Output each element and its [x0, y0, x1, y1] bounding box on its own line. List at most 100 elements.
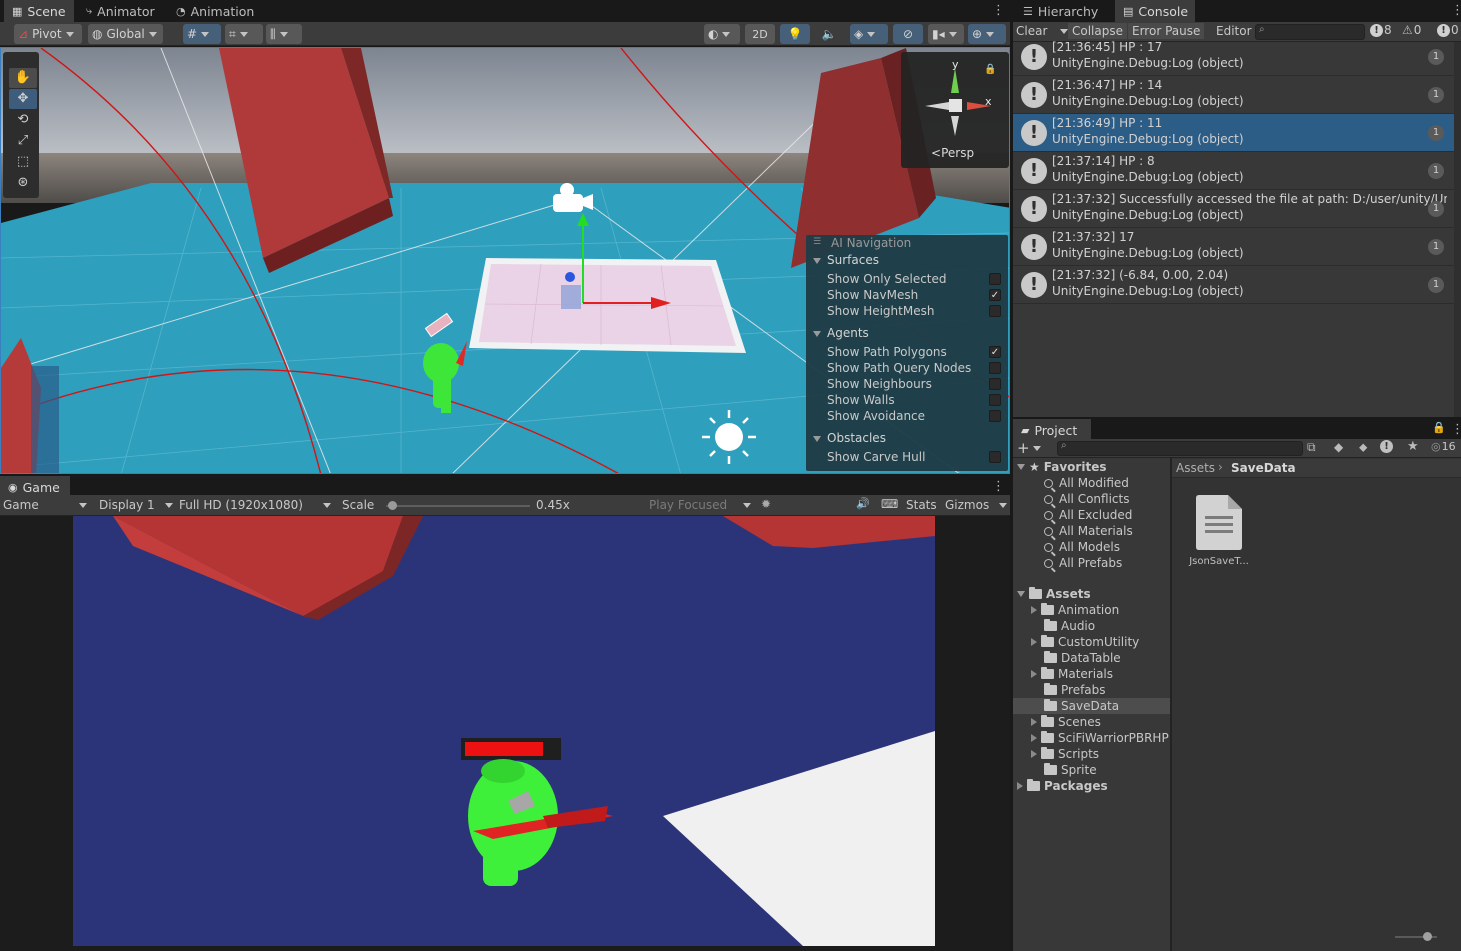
tab-scene[interactable]: ▦ Scene — [4, 0, 74, 22]
move-tool-icon[interactable]: ✥ — [9, 89, 37, 109]
create-dropdown[interactable]: + — [1017, 439, 1041, 457]
clear-dropdown[interactable]: Clear — [1016, 24, 1069, 38]
view-dropdown[interactable]: Game — [3, 498, 87, 512]
favorite-item[interactable]: All Excluded — [1044, 508, 1132, 522]
bug-icon[interactable]: ✹ — [761, 497, 771, 511]
tab-hierarchy[interactable]: ☰ Hierarchy — [1015, 0, 1113, 22]
resolution-dropdown[interactable]: Full HD (1920x1080) — [179, 498, 331, 512]
hand-tool-icon[interactable]: ✋ — [9, 68, 37, 88]
lighting-toggle[interactable]: 💡 — [780, 24, 810, 44]
scale-slider-thumb[interactable] — [388, 501, 397, 510]
collapse-toggle[interactable]: Collapse — [1068, 23, 1127, 39]
drag-handle-icon[interactable]: ☰ — [813, 237, 825, 247]
show-heightmesh-checkbox[interactable] — [989, 305, 1001, 317]
scene-visibility-toggle[interactable]: ⊘ — [893, 24, 923, 44]
show-carve-hull-checkbox[interactable] — [989, 451, 1001, 463]
grid-snap-button[interactable]: # — [183, 24, 221, 44]
section-obstacles[interactable]: Obstacles — [813, 431, 886, 445]
asset-file[interactable]: JsonSaveT... — [1186, 492, 1252, 572]
breadcrumb-assets[interactable]: Assets — [1176, 461, 1215, 475]
packages-header[interactable]: Packages — [1017, 779, 1108, 793]
console-row[interactable]: ! [21:37:14] HP : 8 UnityEngine.Debug:Lo… — [1013, 152, 1454, 190]
folder-item[interactable]: Animation — [1031, 603, 1119, 617]
perspective-toggle[interactable]: <Persp — [931, 146, 974, 160]
tab-console[interactable]: ▤ Console — [1115, 0, 1195, 22]
stats-button[interactable]: Stats — [906, 498, 937, 512]
favorite-item[interactable]: All Modified — [1044, 476, 1129, 490]
game-view[interactable] — [73, 516, 935, 946]
error-filter-toggle[interactable]: ! 0 — [1437, 23, 1459, 37]
console-row[interactable]: ! [21:36:47] HP : 14 UnityEngine.Debug:L… — [1013, 76, 1454, 114]
show-only-selected-checkbox[interactable] — [989, 273, 1001, 285]
audio-toggle[interactable]: 🔈 — [815, 24, 843, 44]
folder-item[interactable]: Sprite — [1044, 763, 1097, 777]
folder-item[interactable]: Audio — [1044, 619, 1095, 633]
tab-animator[interactable]: ⤷ Animator — [78, 0, 163, 22]
console-row[interactable]: ! [21:36:45] HP : 17 UnityEngine.Debug:L… — [1013, 38, 1454, 76]
orientation-gizmo[interactable]: 🔒 y x <Persp — [901, 52, 1009, 168]
speaker-icon[interactable]: 🔊 — [856, 497, 870, 510]
favorites-header[interactable]: ★ Favorites — [1017, 460, 1106, 474]
show-navmesh-checkbox[interactable]: ✓ — [989, 289, 1001, 301]
draw-mode-button[interactable]: ◐ — [704, 24, 740, 44]
folder-item[interactable]: DataTable — [1044, 651, 1121, 665]
2d-toggle[interactable]: 2D — [745, 24, 775, 44]
assets-header[interactable]: Assets — [1017, 587, 1091, 601]
favorite-item[interactable]: All Models — [1044, 540, 1120, 554]
breadcrumb-savedata[interactable]: SaveData — [1231, 461, 1296, 475]
gizmos-dropdown[interactable]: Gizmos — [945, 498, 1007, 512]
folder-item[interactable]: SciFiWarriorPBRHP — [1031, 731, 1169, 745]
console-row-selected[interactable]: ! [21:36:49] HP : 11 UnityEngine.Debug:L… — [1013, 114, 1454, 152]
show-path-polygons-checkbox[interactable]: ✓ — [989, 346, 1001, 358]
tab-animation[interactable]: ◔ Animation — [168, 0, 262, 22]
show-path-query-nodes-checkbox[interactable] — [989, 362, 1001, 374]
console-row[interactable]: ! [21:37:32] Successfully accessed the f… — [1013, 190, 1454, 228]
icon-size-slider-thumb[interactable] — [1423, 932, 1432, 941]
scale-tool-icon[interactable]: ⤢ — [9, 131, 37, 151]
global-dropdown[interactable]: ◍ Global — [88, 24, 163, 44]
error-filter-icon[interactable]: ! — [1380, 440, 1393, 453]
display-dropdown[interactable]: Display 1 — [99, 498, 173, 512]
pivot-dropdown[interactable]: ⊿ Pivot — [14, 24, 82, 44]
lock-icon[interactable]: 🔒 — [1432, 421, 1446, 434]
search-by-label-icon[interactable]: ◆ — [1334, 440, 1343, 454]
folder-item[interactable]: Scripts — [1031, 747, 1099, 761]
folder-item[interactable]: CustomUtility — [1031, 635, 1139, 649]
rect-tool-icon[interactable]: ⬚ — [9, 152, 37, 172]
folder-item[interactable]: Prefabs — [1044, 683, 1106, 697]
tab-project[interactable]: ▰ Project — [1013, 419, 1091, 441]
rotate-tool-icon[interactable]: ⟲ — [9, 110, 37, 130]
play-focused-dropdown[interactable]: Play Focused — [649, 498, 751, 512]
console-row[interactable]: ! [21:37:32] (-6.84, 0.00, 2.04) UnityEn… — [1013, 266, 1454, 304]
effects-toggle[interactable]: ◈ — [850, 24, 888, 44]
favorite-item[interactable]: All Conflicts — [1044, 492, 1129, 506]
tag-icon[interactable]: ⬥ — [1359, 440, 1367, 455]
section-agents[interactable]: Agents — [813, 326, 869, 340]
increment-snap-button[interactable]: ⌗ — [225, 24, 263, 44]
favorite-item[interactable]: All Materials — [1044, 524, 1133, 538]
keyboard-icon[interactable]: ⌨ — [881, 497, 898, 511]
project-search-input[interactable]: ⌕ — [1057, 440, 1303, 456]
folder-item-selected[interactable]: SaveData — [1044, 699, 1119, 713]
error-pause-toggle[interactable]: Error Pause — [1128, 23, 1205, 39]
warning-filter-toggle[interactable]: ⚠ 0 — [1402, 23, 1421, 37]
more-menu-icon[interactable]: ⋮ — [992, 3, 1005, 18]
show-neighbours-checkbox[interactable] — [989, 378, 1001, 390]
folder-item[interactable]: Materials — [1031, 667, 1113, 681]
section-surfaces[interactable]: Surfaces — [813, 253, 879, 267]
align-button[interactable]: ⫼ — [266, 24, 302, 44]
gizmos-button[interactable]: ⊕ — [968, 24, 1006, 44]
console-scrollbar[interactable] — [1454, 42, 1461, 417]
camera-settings-button[interactable]: ▮◂ — [928, 24, 964, 44]
folder-item[interactable]: Scenes — [1031, 715, 1101, 729]
more-menu-icon[interactable]: ⋮ — [1451, 422, 1461, 437]
star-icon[interactable]: ★ — [1407, 439, 1419, 454]
more-menu-icon[interactable]: ⋮ — [1451, 3, 1461, 18]
search-by-type-icon[interactable]: ⧉ — [1307, 440, 1316, 455]
clear-button[interactable]: Clear — [1016, 24, 1047, 38]
transform-tool-icon[interactable]: ⊛ — [9, 173, 37, 193]
show-walls-checkbox[interactable] — [989, 394, 1001, 406]
favorite-item[interactable]: All Prefabs — [1044, 556, 1122, 570]
hidden-packages-toggle[interactable]: ◎ 16 — [1431, 440, 1456, 453]
console-row[interactable]: ! [21:37:32] 17 UnityEngine.Debug:Log (o… — [1013, 228, 1454, 266]
